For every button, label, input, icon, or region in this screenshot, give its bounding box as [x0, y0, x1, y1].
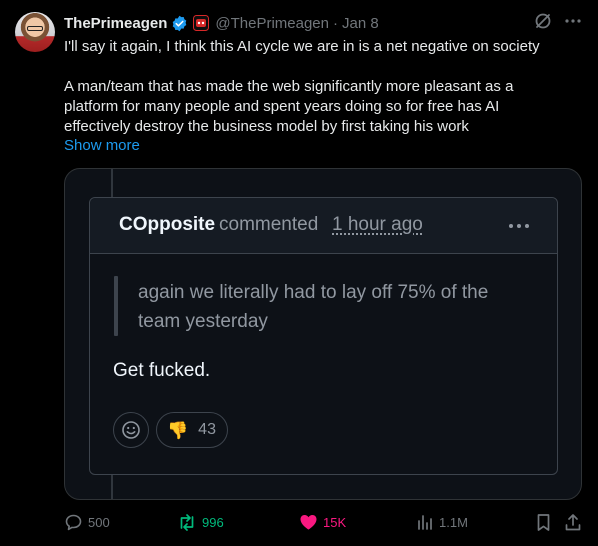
reply-count: 500 — [88, 515, 110, 530]
grok-icon[interactable] — [534, 12, 552, 30]
show-more-link[interactable]: Show more — [64, 137, 140, 154]
author-avatar[interactable]: ▪ — [15, 12, 55, 52]
affiliate-badge-icon[interactable] — [193, 15, 210, 31]
tweet-text: I'll say it again, I think this AI cycle… — [64, 37, 584, 137]
thumbs-down-reaction: 👎 43 — [156, 412, 228, 448]
repost-button[interactable]: 996 — [177, 513, 224, 532]
views-count: 1.1M — [439, 514, 468, 530]
add-reaction-icon — [113, 412, 149, 448]
timeline-line-bottom — [111, 475, 113, 499]
verified-badge-icon — [173, 15, 187, 31]
attached-image[interactable]: COpposite commented 1 hour ago again we … — [64, 168, 582, 500]
comment-kebab-icon — [509, 224, 529, 228]
tweet-date[interactable]: Jan 8 — [342, 15, 379, 32]
more-options-icon[interactable] — [564, 12, 582, 30]
bookmark-button[interactable] — [535, 513, 552, 532]
views-icon — [418, 515, 432, 530]
tweet-actions: 500 996 15K 1.1M — [64, 513, 584, 535]
comment-time: 1 hour ago — [332, 214, 423, 235]
avatar-logo: ▪ — [18, 17, 20, 23]
blockquote-line: team yesterday — [138, 311, 268, 332]
timeline-line-top — [111, 169, 113, 197]
share-button[interactable] — [564, 513, 582, 532]
tweet-text-line: I'll say it again, I think this AI cycle… — [64, 38, 540, 55]
comment-reply-text: Get fucked. — [113, 360, 211, 381]
tweet-header: ThePrimeagen @ThePrimeagen · Jan 8 — [64, 13, 379, 33]
reply-button[interactable]: 500 — [64, 513, 110, 532]
github-comment: COpposite commented 1 hour ago again we … — [89, 197, 558, 475]
heart-icon — [300, 515, 317, 530]
author-name[interactable]: ThePrimeagen — [64, 15, 167, 32]
views-button[interactable]: 1.1M — [416, 513, 468, 531]
blockquote-text: again we literally had to lay off 75% of… — [138, 278, 538, 336]
author-handle[interactable]: @ThePrimeagen — [215, 15, 329, 32]
like-count: 15K — [323, 514, 347, 530]
bookmark-icon — [537, 514, 550, 531]
repost-count: 996 — [202, 515, 224, 530]
tweet-top-actions — [534, 12, 582, 30]
blockquote-bar — [114, 276, 118, 336]
avatar-glasses — [27, 26, 43, 31]
tweet-text-line: platform for many people and spent years… — [64, 98, 500, 115]
blockquote-line: again we literally had to lay off 75% of… — [138, 282, 489, 303]
reply-icon — [65, 514, 82, 531]
comment-author: COpposite — [119, 214, 216, 235]
comment-action: commented — [219, 214, 319, 235]
tweet-text-line: effectively destroy the business model b… — [64, 118, 469, 135]
share-icon — [565, 514, 581, 531]
like-button[interactable]: 15K — [299, 513, 346, 531]
tweet-text-line: A man/team that has made the web signifi… — [64, 78, 514, 95]
tweet: ▪ ThePrimeagen @ThePrimeagen · Jan 8 I'l… — [0, 0, 598, 546]
reaction-count: 43 — [198, 421, 216, 438]
comment-header: COpposite commented 1 hour ago — [90, 198, 557, 254]
separator-dot: · — [333, 14, 338, 32]
repost-icon — [180, 514, 194, 531]
thumbs-down-icon: 👎 — [167, 420, 189, 440]
